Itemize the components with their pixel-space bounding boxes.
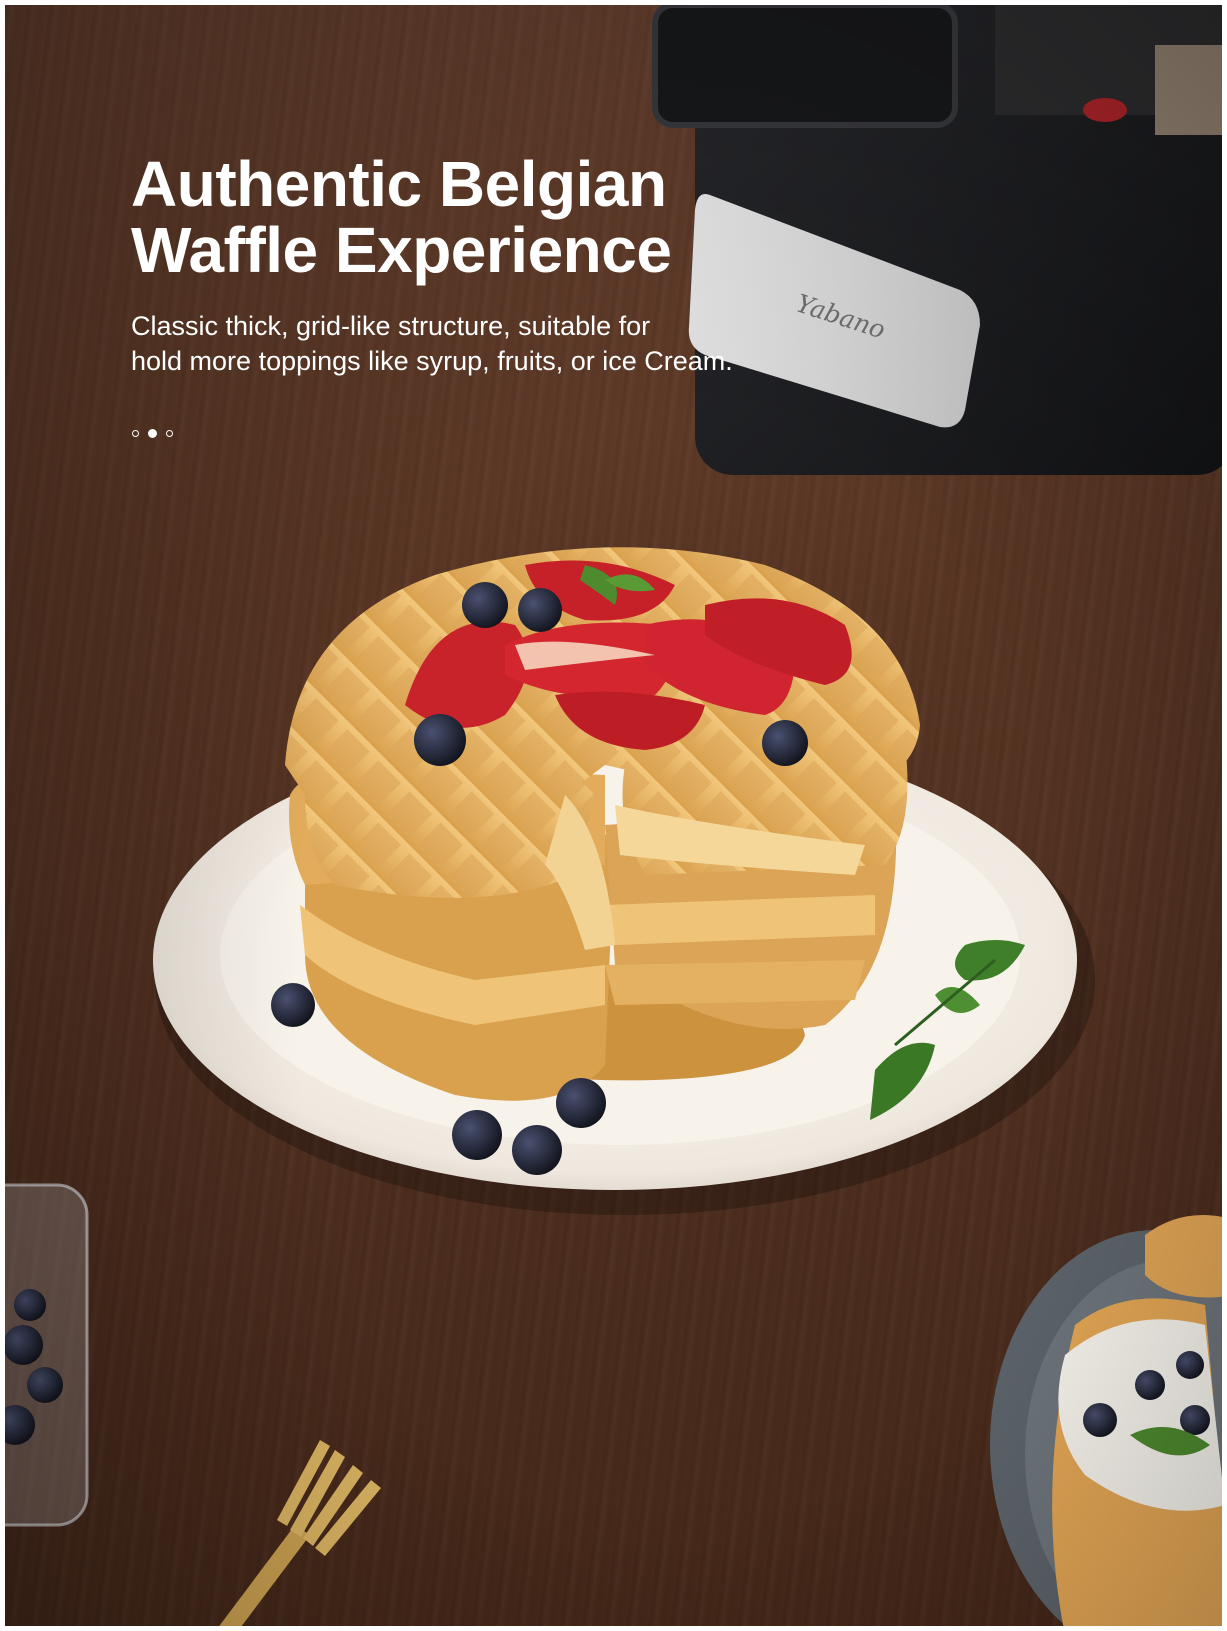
subtitle-line-1: Classic thick, grid-like structure, suit… <box>131 311 651 341</box>
carousel-dot[interactable] <box>166 430 173 437</box>
subtitle: Classic thick, grid-like structure, suit… <box>131 309 831 379</box>
carousel-dot[interactable] <box>148 429 157 438</box>
carousel-indicator <box>132 429 173 438</box>
carousel-dot[interactable] <box>132 430 139 437</box>
hero-banner: Yabano Authentic Belgian Waffle Experien… <box>5 5 1222 1626</box>
headline: Authentic Belgian Waffle Experience <box>131 151 771 283</box>
headline-line-1: Authentic Belgian <box>131 148 667 220</box>
blueberry-bowl <box>5 1183 89 1527</box>
gold-fork <box>219 1440 381 1626</box>
side-plate <box>990 1215 1222 1626</box>
headline-line-2: Waffle Experience <box>131 214 672 286</box>
subtitle-line-2: hold more toppings like syrup, fruits, o… <box>131 346 733 376</box>
